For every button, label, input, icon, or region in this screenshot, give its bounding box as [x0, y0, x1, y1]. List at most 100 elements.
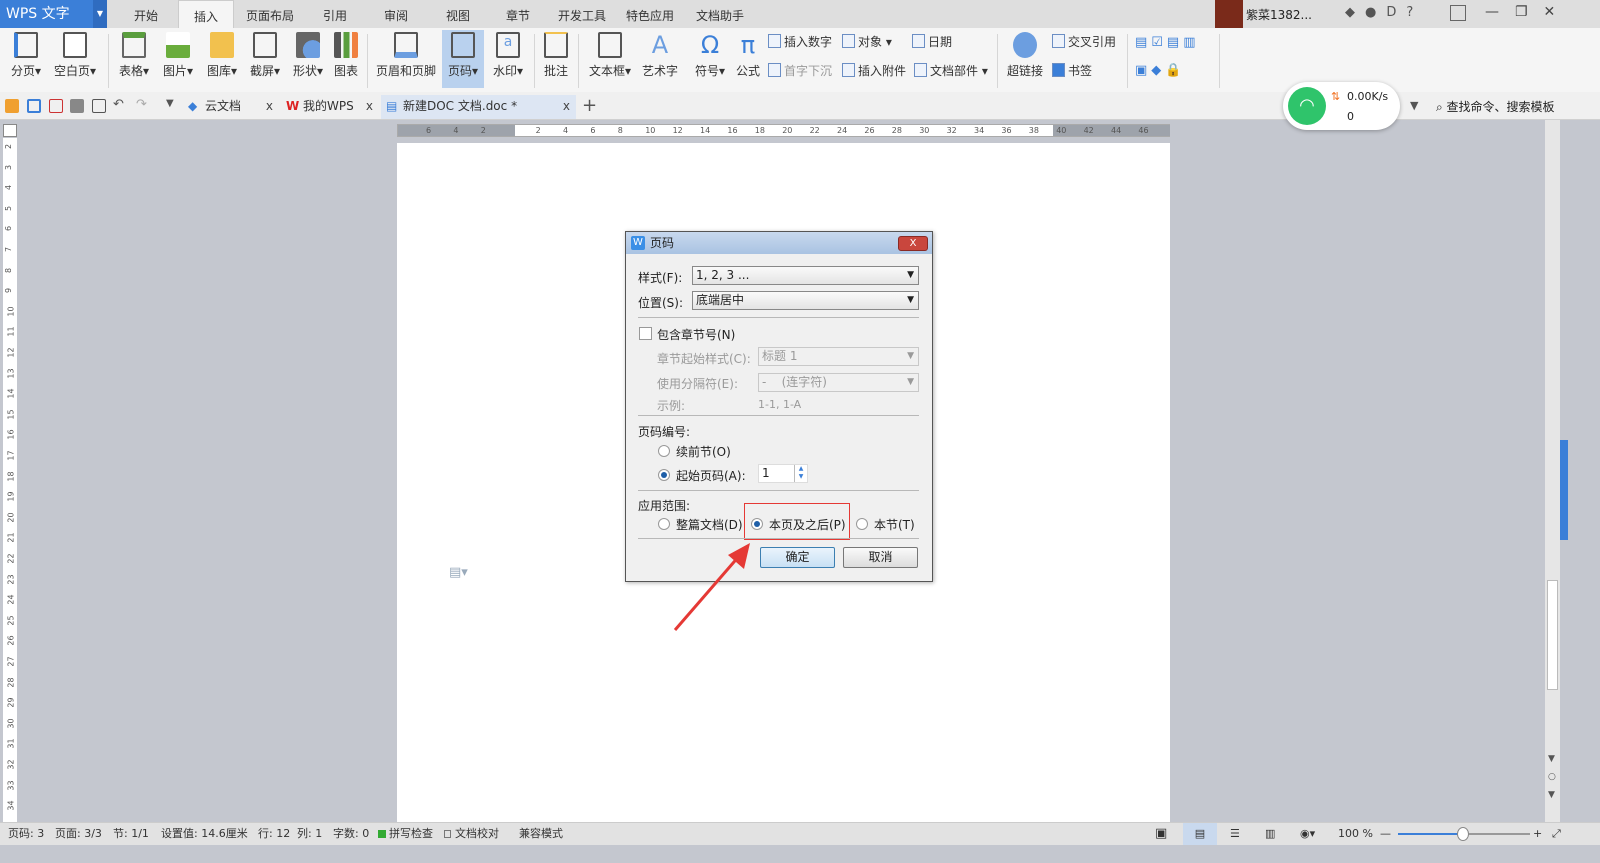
insert-number-button[interactable]: 插入数字: [768, 33, 832, 51]
proof-button[interactable]: 文档校对: [455, 823, 499, 845]
outline-view-icon[interactable]: ☰: [1230, 823, 1240, 845]
close-button[interactable]: X: [898, 236, 928, 251]
status-pages[interactable]: 页面: 3/3: [55, 823, 102, 845]
comment-button[interactable]: 批注: [540, 32, 572, 79]
status-section[interactable]: 节: 1/1: [113, 823, 149, 845]
command-search[interactable]: ⌕ 查找命令、搜索模板: [1436, 98, 1555, 115]
formula-button[interactable]: π 公式: [733, 32, 763, 79]
hyperlink-button[interactable]: 超链接: [1004, 32, 1046, 79]
undo-icon[interactable]: ↶: [113, 97, 124, 112]
scope-section-radio[interactable]: [856, 518, 868, 530]
tab-chapter[interactable]: 章节: [490, 0, 546, 28]
chapter-style-select[interactable]: 标题 1 ▼: [758, 347, 919, 366]
status-page[interactable]: 页码: 3: [8, 823, 44, 845]
vertical-scrollbar[interactable]: ▼ ○ ▼: [1545, 120, 1560, 822]
tab-insert[interactable]: 插入: [178, 0, 234, 28]
watermark-button[interactable]: a 水印▾: [488, 32, 528, 79]
blank-page-button[interactable]: 空白页▾: [50, 32, 100, 79]
tab-doc-assistant[interactable]: 文档助手: [688, 0, 752, 28]
cancel-button[interactable]: 取消: [843, 547, 918, 568]
drop-cap-button[interactable]: 首字下沉: [768, 62, 832, 80]
app-menu-button[interactable]: WPS 文字 ▼: [0, 0, 107, 28]
picture-button[interactable]: 图片▾: [158, 32, 198, 79]
scroll-thumb[interactable]: [1547, 580, 1558, 690]
tab-reference[interactable]: 引用: [308, 0, 362, 28]
export-pdf-icon[interactable]: [49, 99, 63, 113]
horizontal-ruler[interactable]: 6 4 2 2 4 6 8 10 12 14 16 18 20 22 24 26 28 30 32 34 36 38 40 4…: [397, 124, 1170, 137]
insert-attachment-button[interactable]: 插入附件: [842, 62, 906, 80]
object-button[interactable]: 对象 ▾: [842, 33, 892, 51]
status-words[interactable]: 字数: 0: [333, 823, 369, 845]
title-icons[interactable]: ◆●D?: [1345, 5, 1423, 20]
customize-dropdown-icon[interactable]: ▼: [166, 98, 174, 109]
header-footer-button[interactable]: 页眉和页脚: [374, 32, 438, 79]
window-controls[interactable]: —❐✕: [1485, 4, 1571, 20]
shape-button[interactable]: 形状▾: [288, 32, 328, 79]
tab-devtools[interactable]: 开发工具: [552, 0, 612, 28]
status-row[interactable]: 行: 12: [258, 823, 290, 845]
doc-parts-button[interactable]: 文档部件 ▾: [914, 62, 988, 80]
spinner-icon[interactable]: ▲ ▼: [794, 465, 807, 482]
tab-layout[interactable]: 页面布局: [238, 0, 302, 28]
page-number-button[interactable]: 页码▾: [442, 30, 484, 88]
chart-button[interactable]: 图表: [330, 32, 362, 79]
web-view-icon[interactable]: ▥: [1265, 823, 1275, 845]
table-button[interactable]: 表格▾: [114, 32, 154, 79]
avatar[interactable]: [1215, 0, 1243, 28]
doc-tab-cloud[interactable]: ◆ 云文档 x: [183, 95, 279, 119]
scope-whole-radio[interactable]: [658, 518, 670, 530]
fullscreen-icon[interactable]: ▣: [1155, 823, 1167, 845]
status-setting[interactable]: 设置值: 14.6厘米: [161, 823, 248, 845]
status-col[interactable]: 列: 1: [297, 823, 322, 845]
continue-radio[interactable]: [658, 445, 670, 457]
ok-button[interactable]: 确定: [760, 547, 835, 568]
tab-review[interactable]: 审阅: [368, 0, 424, 28]
gallery-button[interactable]: 图库▾: [202, 32, 242, 79]
screenshot-button[interactable]: 截屏▾: [245, 32, 285, 79]
reading-mode-icon[interactable]: ◉▾: [1300, 823, 1315, 845]
page-view-icon[interactable]: ▤: [1183, 823, 1217, 845]
side-panel-toggle[interactable]: [1560, 440, 1568, 540]
bookmark-button[interactable]: 书签: [1052, 62, 1092, 80]
zoom-level[interactable]: 100 %: [1338, 823, 1373, 845]
date-button[interactable]: 日期: [912, 33, 952, 51]
redo-icon[interactable]: ↷: [136, 97, 147, 112]
zoom-slider-thumb[interactable]: [1457, 827, 1469, 841]
close-icon[interactable]: x: [266, 95, 273, 117]
cross-reference-button[interactable]: 交叉引用: [1052, 33, 1116, 51]
doc-tab-mywps[interactable]: W 我的WPS x: [281, 95, 379, 119]
upload-icon[interactable]: [1450, 5, 1466, 21]
username[interactable]: 紫菜1382...: [1246, 6, 1312, 23]
doc-tab-active[interactable]: ▤ 新建DOC 文档.doc * x: [381, 95, 576, 119]
include-chapter-checkbox[interactable]: [639, 327, 652, 340]
fit-icon[interactable]: ⤢: [1552, 823, 1561, 845]
symbol-button[interactable]: Ω 符号▾: [690, 32, 730, 79]
tab-view[interactable]: 视图: [430, 0, 486, 28]
close-icon[interactable]: x: [563, 95, 570, 117]
position-select[interactable]: 底端居中 ▼: [692, 291, 919, 310]
spell-check-button[interactable]: 拼写检查: [389, 823, 433, 845]
save-icon[interactable]: [27, 99, 41, 113]
textbox-button[interactable]: 文本框▾: [585, 32, 635, 79]
tab-features[interactable]: 特色应用: [618, 0, 682, 28]
paste-options-icon[interactable]: ▤▾: [449, 565, 468, 580]
print-icon[interactable]: [70, 99, 84, 113]
page-nav-icons[interactable]: ▼ ○ ▼: [1548, 750, 1556, 804]
scope-after-radio[interactable]: [751, 518, 763, 530]
start-at-radio[interactable]: [658, 469, 670, 481]
page-break-button[interactable]: 分页▾: [6, 32, 46, 79]
wordart-button[interactable]: A 艺术字: [640, 32, 680, 79]
style-select[interactable]: 1, 2, 3 ... ▼: [692, 266, 919, 285]
close-icon[interactable]: x: [366, 95, 373, 117]
new-tab-button[interactable]: +: [582, 95, 597, 116]
vertical-ruler[interactable]: 2 3 4 5 6 7 8 9 10 11 12 13 14 15 16 17 18 19 20 21 22 23 24 25…: [3, 138, 17, 831]
open-icon[interactable]: [5, 99, 19, 113]
separator-select[interactable]: - (连字符) ▼: [758, 373, 919, 392]
zoom-out-button[interactable]: —: [1380, 823, 1391, 845]
tab-start[interactable]: 开始: [118, 0, 174, 28]
pin-icon[interactable]: ▼: [1410, 99, 1418, 112]
zoom-in-button[interactable]: +: [1533, 823, 1542, 845]
chevron-down-icon[interactable]: ▼: [93, 0, 107, 28]
form-controls-icons[interactable]: ▤☑▤▥: [1135, 35, 1200, 50]
print-preview-icon[interactable]: [92, 99, 106, 113]
